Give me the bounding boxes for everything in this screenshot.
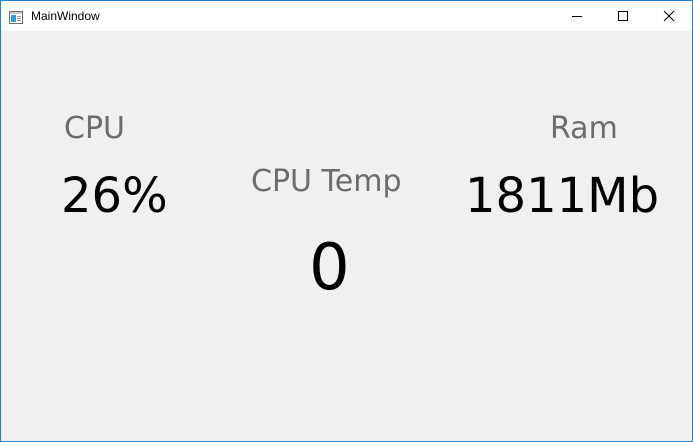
cpu-usage-value: 26%	[61, 168, 168, 224]
title-bar[interactable]: MainWindow	[1, 1, 692, 31]
minimize-button[interactable]	[554, 1, 600, 31]
cpu-temp-label: CPU Temp	[251, 164, 402, 199]
ram-label: Ram	[550, 111, 618, 146]
window-app-icon	[9, 9, 23, 24]
cpu-temp-value: 0	[309, 231, 350, 305]
client-area: CPU 26% CPU Temp 0 Ram 1811Mb	[1, 31, 692, 441]
close-button[interactable]	[646, 1, 692, 31]
window-title: MainWindow	[31, 9, 100, 23]
cpu-label: CPU	[64, 111, 125, 146]
minimize-icon	[572, 16, 582, 17]
close-icon	[663, 10, 675, 22]
main-window: MainWindow CPU 26% CPU Temp 0 Ram 1811Mb	[0, 0, 693, 442]
ram-usage-value: 1811Mb	[465, 168, 660, 224]
maximize-button[interactable]	[600, 1, 646, 31]
maximize-icon	[618, 11, 628, 21]
